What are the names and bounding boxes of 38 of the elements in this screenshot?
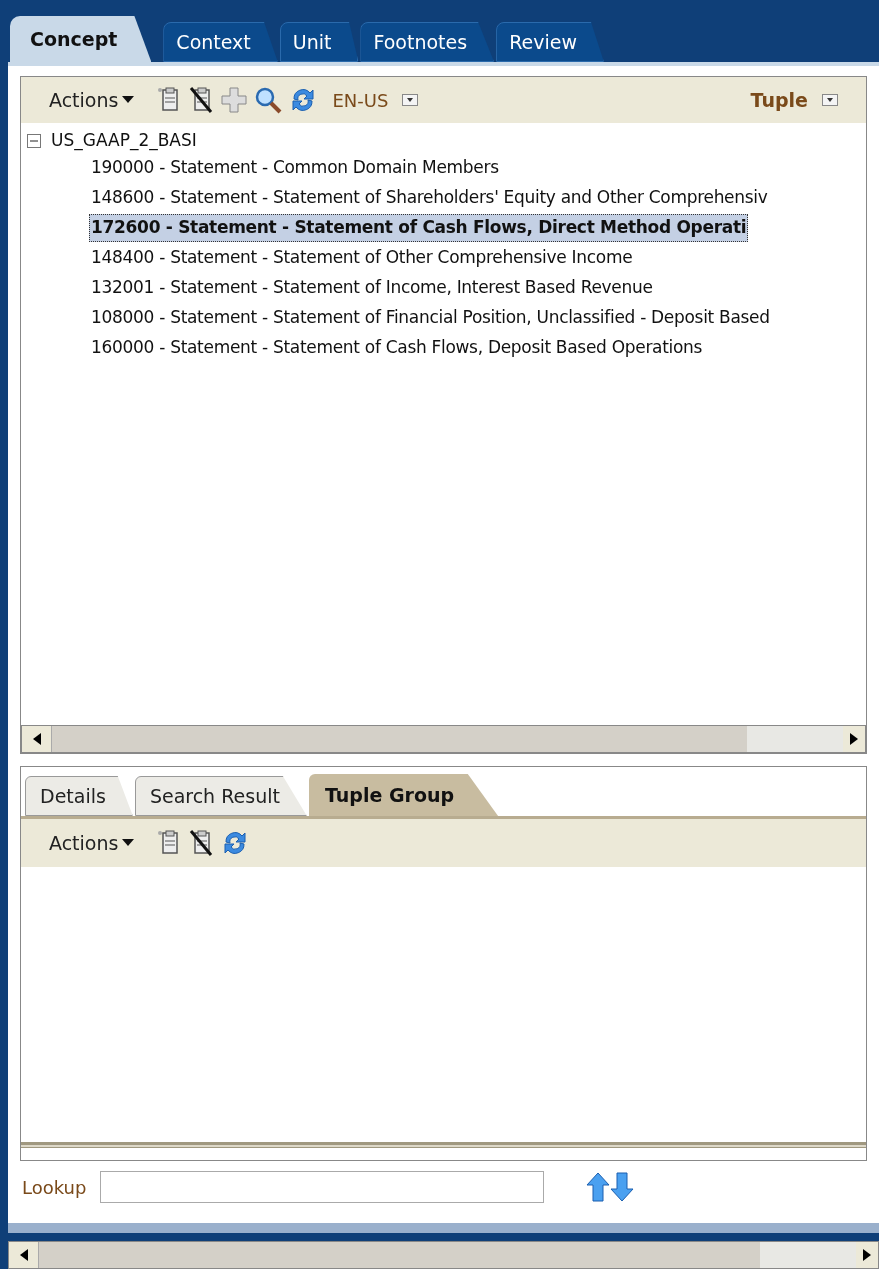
left-arrow-icon — [32, 733, 41, 745]
tree-item[interactable]: US_GAAP_2_BASI — [51, 128, 197, 154]
lookup-label: Lookup — [22, 1175, 87, 1200]
tab[interactable]: Review — [496, 22, 604, 62]
dropdown-icon[interactable] — [822, 94, 838, 106]
right-arrow-icon — [850, 733, 858, 745]
left-arrow-icon — [19, 1249, 28, 1261]
dropdown-icon[interactable] — [402, 94, 419, 106]
collapse-icon[interactable] — [27, 134, 41, 148]
tab[interactable]: Unit — [279, 22, 359, 62]
actions-menu-button[interactable]: Actions — [49, 828, 135, 858]
horizontal-scrollbar[interactable] — [21, 725, 866, 753]
tree-item[interactable]: 148600 - Statement - Statement of Shareholders' Equity and Other Comprehensiv — [89, 185, 770, 211]
search-icon[interactable] — [254, 86, 283, 114]
tab[interactable]: Footnotes — [360, 22, 495, 62]
tab[interactable]: Concept — [10, 16, 152, 62]
crossed-clipboard-icon[interactable] — [188, 86, 215, 114]
lookup-input-field[interactable] — [100, 1171, 545, 1203]
up-arrow-icon[interactable] — [586, 1172, 611, 1202]
tab[interactable]: Tuple Group — [308, 774, 499, 816]
down-arrow-icon[interactable] — [610, 1172, 635, 1202]
caret-icon — [122, 96, 135, 104]
tab[interactable]: Context — [163, 22, 278, 62]
tree-item[interactable]: 172600 - Statement - Statement of Cash Flows, Direct Method Operati — [89, 214, 749, 242]
tree-item[interactable]: 148400 - Statement - Statement of Other Comprehensive Income — [89, 245, 635, 271]
crossed-clipboard-icon[interactable] — [188, 829, 215, 857]
right-arrow-icon — [863, 1249, 871, 1261]
tree-item[interactable]: 190000 - Statement - Common Domain Members — [89, 155, 501, 181]
language-label: EN-US — [332, 88, 389, 113]
tree-item[interactable]: 132001 - Statement - Statement of Income, Interest Based Revenue — [89, 275, 655, 301]
tab[interactable]: Search Result — [134, 776, 307, 816]
tab[interactable]: Details — [25, 776, 133, 816]
tree-item[interactable]: 160000 - Statement - Statement of Cash Flows, Deposit Based Operations — [89, 335, 705, 361]
mode-label: Tuple — [750, 87, 808, 113]
actions-menu-button[interactable]: Actions — [49, 85, 135, 115]
horizontal-scrollbar[interactable] — [8, 1241, 879, 1269]
tree-item[interactable]: 108000 - Statement - Statement of Financial Position, Unclassified - Deposit Based — [89, 305, 772, 331]
caret-icon — [122, 839, 135, 847]
